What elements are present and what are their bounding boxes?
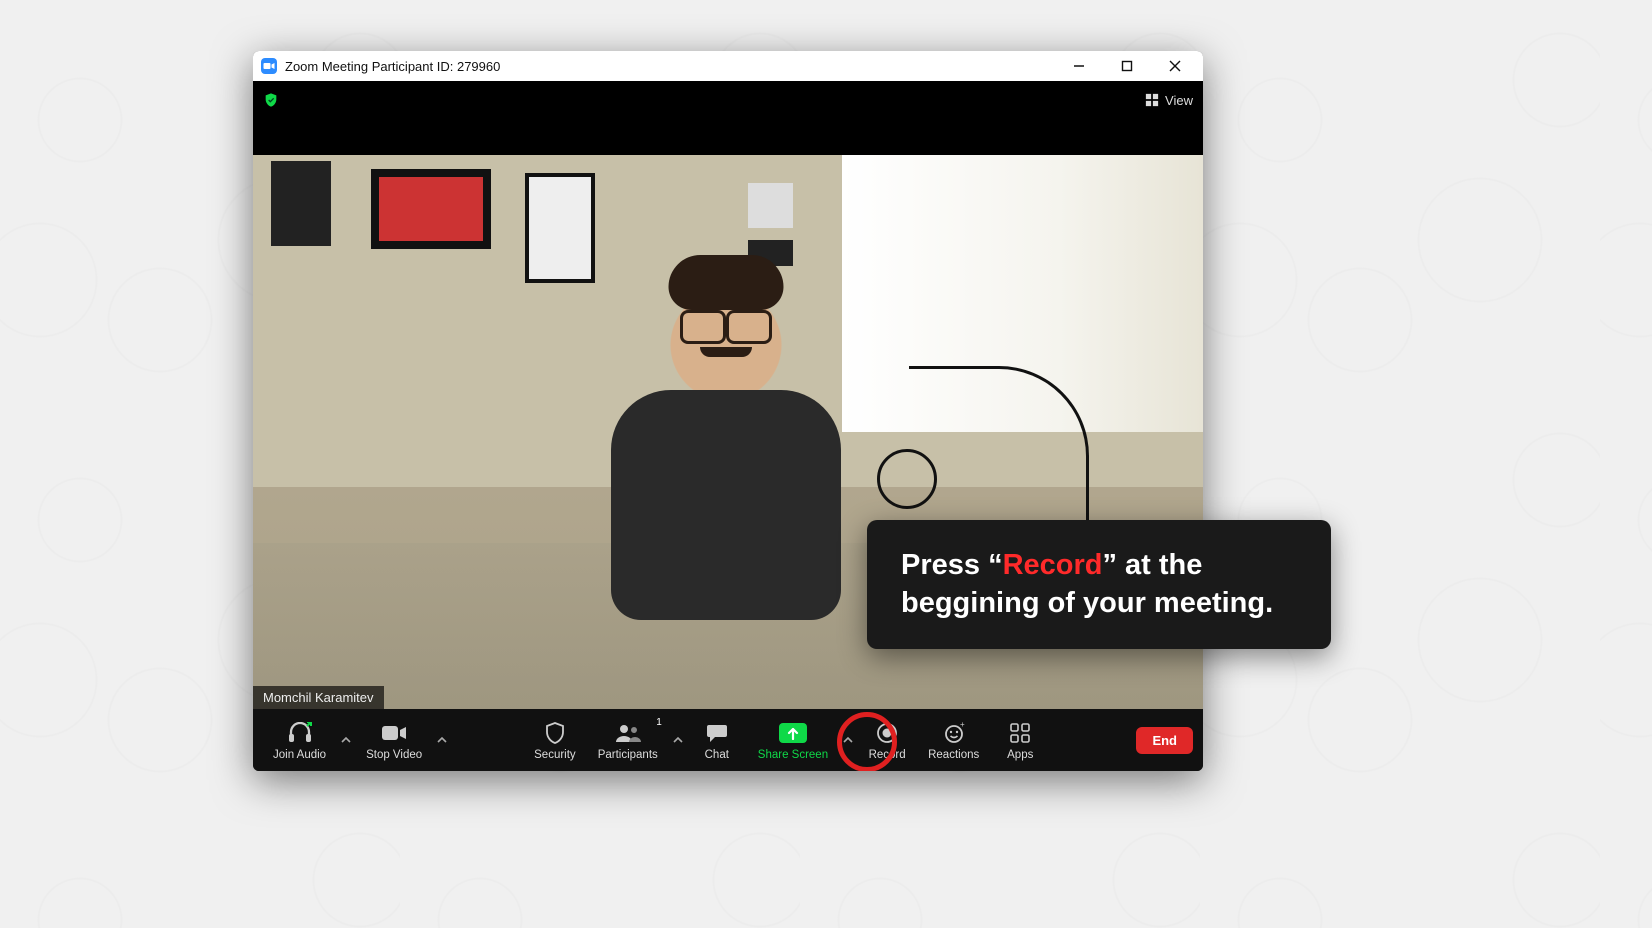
callout-highlight: Record (1003, 549, 1103, 581)
share-screen-button[interactable]: Share Screen (748, 717, 838, 763)
svg-text:+: + (960, 722, 965, 729)
maximize-button[interactable] (1107, 51, 1147, 81)
stop-video-button[interactable]: Stop Video (356, 717, 432, 763)
participants-count: 1 (656, 717, 662, 728)
reactions-button[interactable]: + Reactions (918, 717, 989, 763)
audio-options-caret[interactable] (338, 735, 354, 745)
meeting-info-bar: View (253, 81, 1203, 119)
video-upper-spacer (253, 119, 1203, 155)
apps-label: Apps (1007, 749, 1033, 761)
reactions-label: Reactions (928, 749, 979, 761)
callout-prefix: Press “ (901, 549, 1003, 581)
participants-options-caret[interactable] (670, 735, 686, 745)
encryption-shield-icon[interactable] (263, 92, 279, 108)
reactions-icon: + (943, 721, 965, 745)
participant-name-tag: Momchil Karamitev (253, 686, 384, 709)
record-label: Record (869, 749, 906, 761)
apps-button[interactable]: Apps (991, 717, 1049, 763)
apps-icon (1009, 721, 1031, 745)
headphones-icon (287, 721, 313, 745)
join-audio-button[interactable]: Join Audio (263, 717, 336, 763)
video-options-caret[interactable] (434, 735, 450, 745)
video-camera-icon (381, 721, 407, 745)
chat-button[interactable]: Chat (688, 717, 746, 763)
participants-button[interactable]: 1 Participants (588, 717, 668, 763)
share-screen-label: Share Screen (758, 749, 828, 761)
instruction-callout: Press “Record” at the beggining of your … (867, 520, 1331, 649)
minimize-button[interactable] (1059, 51, 1099, 81)
chat-label: Chat (705, 749, 729, 761)
security-label: Security (534, 749, 576, 761)
share-options-caret[interactable] (840, 735, 856, 745)
share-screen-icon (779, 721, 807, 745)
record-icon (876, 721, 898, 745)
title-bar: Zoom Meeting Participant ID: 279960 (253, 51, 1203, 81)
join-audio-label: Join Audio (273, 749, 326, 761)
record-button[interactable]: Record (858, 717, 916, 763)
close-button[interactable] (1155, 51, 1195, 81)
participants-icon (614, 721, 642, 745)
view-button[interactable]: View (1145, 93, 1193, 108)
view-label: View (1165, 93, 1193, 108)
grid-icon (1145, 93, 1159, 107)
zoom-window: Zoom Meeting Participant ID: 279960 View (253, 51, 1203, 771)
shield-icon (545, 721, 565, 745)
stop-video-label: Stop Video (366, 749, 422, 761)
window-title: Zoom Meeting Participant ID: 279960 (285, 59, 500, 74)
zoom-app-icon (261, 58, 277, 74)
participants-label: Participants (598, 749, 658, 761)
end-meeting-button[interactable]: End (1136, 727, 1193, 754)
security-button[interactable]: Security (524, 717, 586, 763)
chat-icon (706, 721, 728, 745)
meeting-toolbar: Join Audio Stop Video Security 1 Partici… (253, 709, 1203, 771)
